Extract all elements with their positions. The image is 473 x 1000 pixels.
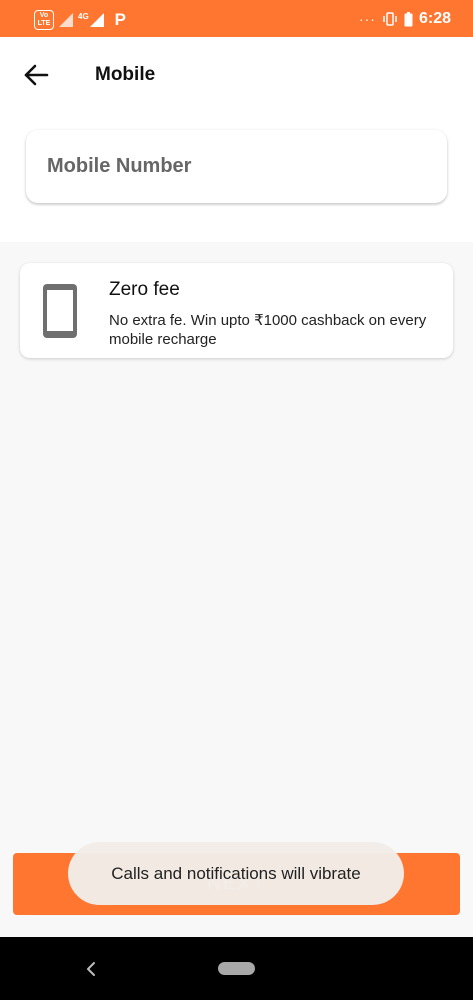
page-header: Mobile (0, 37, 473, 242)
more-dots-icon: ··· (358, 11, 376, 27)
phone-icon (43, 284, 77, 338)
fee-card-description: No extra fe. Win upto ₹1000 cashback on … (109, 312, 427, 348)
zero-fee-card: Zero fee No extra fe. Win upto ₹1000 cas… (20, 263, 453, 358)
nav-back-icon[interactable] (84, 959, 98, 979)
volte-icon: Vo LTE (34, 10, 54, 30)
volte-bottom-label: LTE (37, 20, 51, 27)
arrow-left-icon[interactable] (22, 63, 50, 87)
network-type-label: 4G (78, 11, 89, 21)
toast-message: Calls and notifications will vibrate (68, 842, 404, 905)
vibrate-icon (383, 12, 397, 26)
app-p-icon: P (114, 10, 127, 29)
nav-home-pill-icon[interactable] (218, 962, 255, 975)
clock-time: 6:28 (418, 10, 451, 27)
mobile-number-card[interactable] (26, 130, 447, 203)
status-bar-left: Vo LTE 4G P (34, 10, 126, 30)
mobile-number-input[interactable] (47, 130, 427, 203)
volte-top-label: Vo (39, 12, 49, 19)
fee-card-title: Zero fee (109, 279, 180, 300)
battery-icon (404, 11, 413, 26)
signal-4g-icon (89, 13, 104, 27)
status-bar: Vo LTE 4G P ··· 6:28 (0, 0, 473, 37)
signal-icon (59, 13, 73, 27)
system-nav-bar (0, 937, 473, 1000)
status-bar-right: ··· 6:28 (359, 9, 451, 29)
page-title: Mobile (95, 64, 156, 85)
